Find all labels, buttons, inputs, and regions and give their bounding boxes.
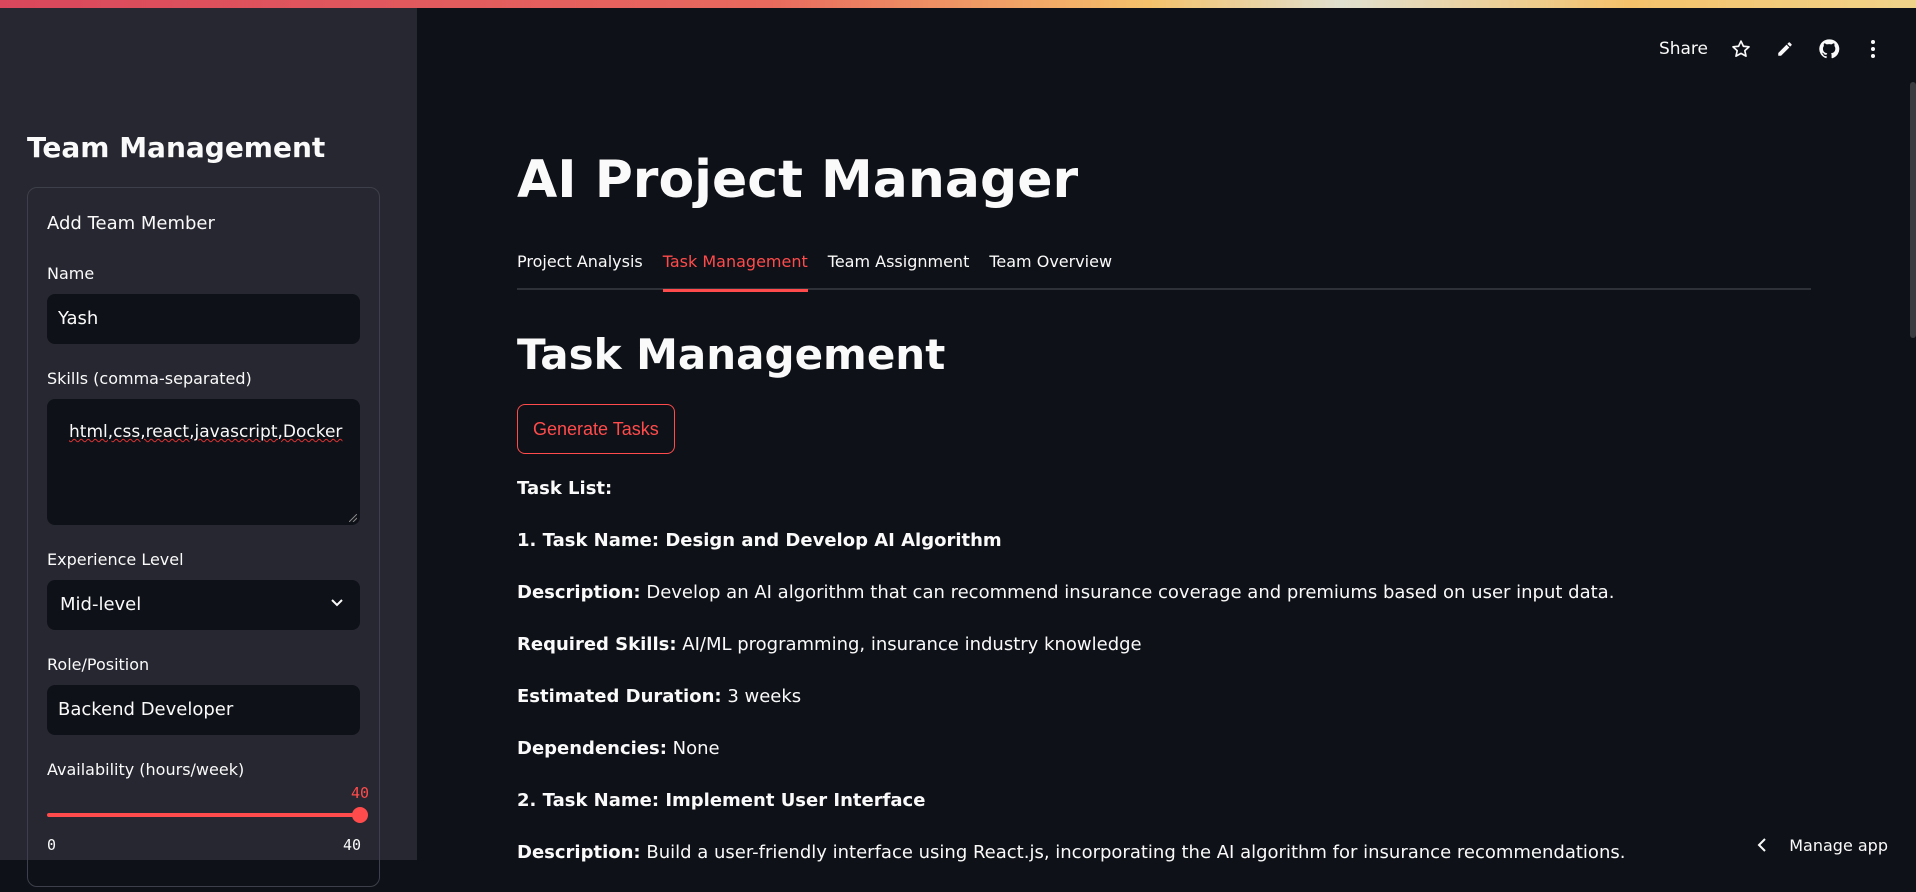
availability-slider-thumb[interactable] xyxy=(352,807,368,823)
tab-project-analysis[interactable]: Project Analysis xyxy=(517,250,643,290)
sidebar-title: Team Management xyxy=(27,131,326,164)
github-icon[interactable] xyxy=(1818,38,1840,60)
sidebar: Team Management Add Team Member Name Yas… xyxy=(0,0,417,887)
experience-select-value: Mid-level xyxy=(60,594,142,615)
experience-label: Experience Level xyxy=(47,550,184,569)
main-content: Share AI Project Manager Project Analysi… xyxy=(417,0,1916,863)
task1-duration: Estimated Duration: 3 weeks xyxy=(517,686,802,707)
availability-label: Availability (hours/week) xyxy=(47,760,245,779)
scrollbar[interactable] xyxy=(1910,82,1916,338)
tab-task-management[interactable]: Task Management xyxy=(662,250,808,292)
chevron-down-icon xyxy=(331,599,343,607)
role-label: Role/Position xyxy=(47,655,150,674)
section-title: Task Management xyxy=(517,330,946,379)
name-input-value: Yash xyxy=(58,308,99,329)
task1-description: Description: Develop an AI algorithm tha… xyxy=(517,582,1615,603)
app-title: AI Project Manager xyxy=(517,150,1079,210)
chevron-left-icon xyxy=(1757,838,1766,852)
task1-skills: Required Skills: AI/ML programming, insu… xyxy=(517,634,1142,655)
task2-name: 2. Task Name: Implement User Interface xyxy=(517,790,926,811)
slider-min: 0 xyxy=(47,836,57,854)
generate-tasks-button[interactable]: Generate Tasks xyxy=(517,404,675,454)
manage-app-button[interactable]: Manage app xyxy=(1757,830,1888,860)
skills-textarea[interactable]: html,css,react,javascript,Docker xyxy=(47,399,360,525)
manage-app-label: Manage app xyxy=(1789,835,1888,855)
form-heading: Add Team Member xyxy=(47,213,215,234)
name-label: Name xyxy=(47,264,95,283)
name-input[interactable]: Yash xyxy=(47,294,360,344)
tab-bar: Project Analysis Task Management Team As… xyxy=(517,250,1811,292)
more-vertical-icon[interactable] xyxy=(1862,38,1884,60)
top-decoration-bar xyxy=(0,0,1916,8)
role-input-value: Backend Developer xyxy=(58,699,234,720)
task1-dependencies: Dependencies: None xyxy=(517,738,720,759)
share-button[interactable]: Share xyxy=(1659,39,1708,59)
slider-max: 40 xyxy=(342,836,361,854)
availability-slider-track[interactable] xyxy=(47,813,360,817)
task2-description: Description: Build a user-friendly inter… xyxy=(517,842,1626,863)
task-list: Task List: 1. Task Name: Design and Deve… xyxy=(517,476,1817,892)
add-member-form: Add Team Member Name Yash Skills (comma-… xyxy=(27,187,380,887)
slider-value: 40 xyxy=(350,784,369,802)
tab-team-overview[interactable]: Team Overview xyxy=(989,250,1112,290)
pencil-icon[interactable] xyxy=(1774,38,1796,60)
resize-handle-icon[interactable] xyxy=(349,514,357,522)
role-input[interactable]: Backend Developer xyxy=(47,685,360,735)
task-list-label: Task List: xyxy=(517,478,613,499)
task1-name: 1. Task Name: Design and Develop AI Algo… xyxy=(517,530,1002,551)
tab-team-assignment[interactable]: Team Assignment xyxy=(828,250,970,290)
star-icon[interactable] xyxy=(1730,38,1752,60)
skills-textarea-value: html,css,react,javascript,Docker xyxy=(69,422,343,442)
header-actions: Share xyxy=(1659,38,1884,60)
experience-select[interactable]: Mid-level xyxy=(47,580,360,630)
skills-label: Skills (comma-separated) xyxy=(47,369,252,388)
